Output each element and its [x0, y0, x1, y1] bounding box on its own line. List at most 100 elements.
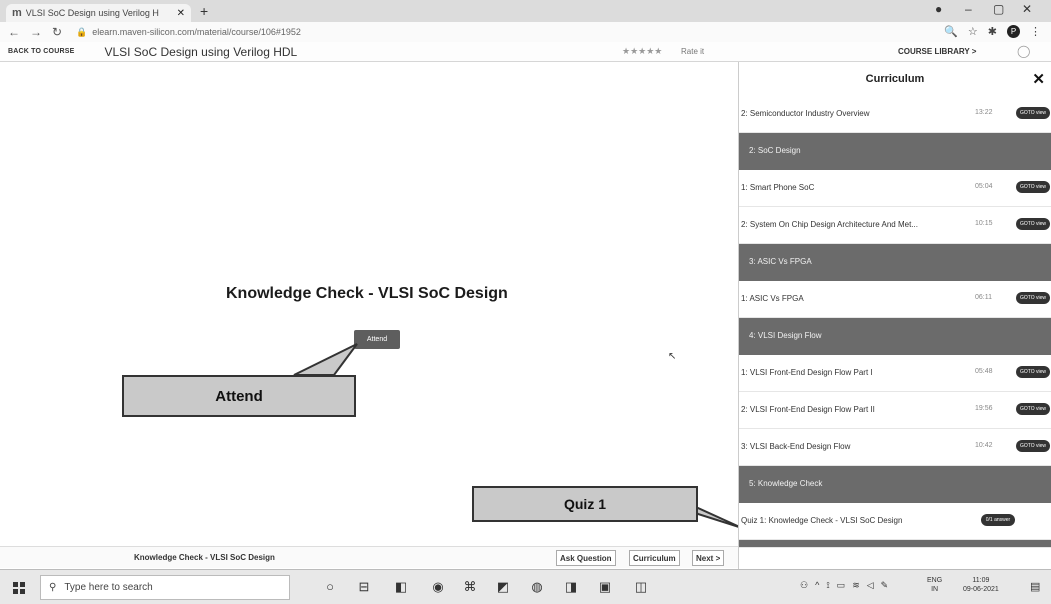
rate-it-link[interactable]: Rate it: [681, 47, 704, 56]
people-icon[interactable]: ⚇: [800, 580, 808, 591]
system-tray: ⚇ ^ ⟟ ▭ ≋ ◁ ✎: [800, 580, 888, 591]
maximize-icon[interactable]: ▢: [993, 2, 1004, 16]
goto-view-badge[interactable]: GOTO view: [1016, 440, 1050, 452]
app-icon-4[interactable]: ◍: [529, 579, 545, 595]
curriculum-quiz-item[interactable]: Quiz 1: Knowledge Check - VLSI SoC Desig…: [739, 503, 1051, 540]
curriculum-item[interactable]: 2: VLSI Front-End Design Flow Part II 19…: [739, 392, 1051, 429]
tab-close-icon[interactable]: ✕: [177, 8, 185, 19]
url-field[interactable]: 🔒 elearn.maven-silicon.com/material/cour…: [76, 27, 301, 38]
wifi-icon[interactable]: ≋: [852, 580, 860, 591]
curriculum-next-section[interactable]: [739, 540, 1051, 548]
goto-view-badge[interactable]: GOTO view: [1016, 218, 1050, 230]
item-duration: 06:11: [975, 294, 992, 301]
clock-date: 09-06-2021: [963, 586, 999, 593]
section-label: 2: SoC Design: [749, 146, 801, 155]
curriculum-item[interactable]: 1: ASIC Vs FPGA 06:11 GOTO view: [739, 281, 1051, 318]
curriculum-item[interactable]: 2: System On Chip Design Architecture An…: [739, 207, 1051, 244]
quiz-answer-badge[interactable]: 0/1 answer: [981, 514, 1015, 526]
curriculum-item[interactable]: 2: Semiconductor Industry Overview 13:22…: [739, 96, 1051, 133]
item-label: 1: Smart Phone SoC: [741, 183, 815, 192]
item-duration: 13:22: [975, 109, 993, 116]
profile-circle-icon[interactable]: ●: [935, 2, 942, 16]
rating-stars[interactable]: ★★★★★: [622, 46, 662, 57]
curriculum-section[interactable]: 5: Knowledge Check: [739, 466, 1051, 503]
extensions-icon[interactable]: ✱: [988, 25, 997, 38]
item-duration: 05:48: [975, 368, 993, 375]
section-label: 5: Knowledge Check: [749, 479, 823, 488]
forward-arrow-icon[interactable]: →: [30, 25, 42, 39]
quiz-callout: Quiz 1: [472, 486, 698, 522]
ask-question-button[interactable]: Ask Question: [556, 550, 616, 566]
callout-pointers: [293, 343, 738, 528]
user-icon[interactable]: ◯: [1017, 44, 1030, 58]
course-header: BACK TO COURSE VLSI SoC Design using Ver…: [0, 42, 1051, 62]
task-view-icon[interactable]: ⊟: [356, 579, 372, 595]
curriculum-item[interactable]: 1: VLSI Front-End Design Flow Part I 05:…: [739, 355, 1051, 392]
battery-icon[interactable]: ▭: [837, 580, 846, 591]
app-icon-7[interactable]: ◫: [633, 579, 649, 595]
section-label: 3: ASIC Vs FPGA: [749, 257, 812, 266]
taskbar-search[interactable]: ⚲ Type here to search: [40, 575, 290, 600]
app-icon-1[interactable]: ◧: [393, 579, 409, 595]
item-label: 1: ASIC Vs FPGA: [741, 294, 804, 303]
app-icon-3[interactable]: ◩: [495, 579, 511, 595]
goto-view-badge[interactable]: GOTO view: [1016, 403, 1050, 415]
item-label: 2: VLSI Front-End Design Flow Part II: [741, 405, 875, 414]
search-icon: ⚲: [49, 582, 57, 593]
windows-start-icon[interactable]: [13, 582, 25, 594]
curriculum-item[interactable]: 1: Smart Phone SoC 05:04 GOTO view: [739, 170, 1051, 207]
curriculum-section[interactable]: 3: ASIC Vs FPGA: [739, 244, 1051, 281]
window-close-icon[interactable]: ✕: [1022, 2, 1032, 16]
chevron-up-icon[interactable]: ^: [815, 580, 819, 591]
volume-icon[interactable]: ◁: [867, 580, 874, 591]
back-arrow-icon[interactable]: ←: [8, 25, 20, 39]
item-duration: 10:42: [975, 442, 993, 449]
search-placeholder: Type here to search: [64, 582, 153, 593]
app-icon-5[interactable]: ◨: [563, 579, 579, 595]
curriculum-item[interactable]: 3: VLSI Back-End Design Flow 10:42 GOTO …: [739, 429, 1051, 466]
curriculum-section[interactable]: 4: VLSI Design Flow: [739, 318, 1051, 355]
network-icon[interactable]: ⟟: [826, 580, 829, 591]
bookmark-star-icon[interactable]: ☆: [968, 25, 978, 38]
content-area: Knowledge Check - VLSI SoC Design Attend…: [0, 62, 738, 569]
address-bar: ← → ↻ 🔒 elearn.maven-silicon.com/materia…: [0, 22, 1051, 42]
goto-view-badge[interactable]: GOTO view: [1016, 107, 1050, 119]
item-label: 2: Semiconductor Industry Overview: [741, 109, 870, 118]
curriculum-button[interactable]: Curriculum: [629, 550, 680, 566]
minimize-icon[interactable]: –: [965, 2, 972, 16]
curriculum-title: Curriculum: [865, 73, 925, 85]
browser-menu-icon[interactable]: ⋮: [1030, 25, 1041, 38]
curriculum-section[interactable]: 2: SoC Design: [739, 133, 1051, 170]
goto-view-badge[interactable]: GOTO view: [1016, 181, 1050, 193]
next-button[interactable]: Next >: [692, 550, 725, 566]
pen-icon[interactable]: ✎: [881, 580, 889, 591]
reload-icon[interactable]: ↻: [52, 25, 62, 39]
browser-tab-strip: m VLSI SoC Design using Verilog H ✕ + ● …: [0, 0, 1051, 22]
back-to-course-link[interactable]: BACK TO COURSE: [8, 48, 74, 55]
chrome-icon[interactable]: ◉: [430, 579, 446, 595]
site-favicon-icon: m: [12, 7, 22, 19]
zoom-icon[interactable]: 🔍: [944, 25, 958, 38]
system-clock[interactable]: 11:09 09-06-2021: [963, 576, 999, 594]
item-duration: 19:56: [975, 405, 993, 412]
item-duration: 05:04: [975, 183, 993, 190]
input-language[interactable]: ENG IN: [927, 576, 942, 594]
curriculum-header: Curriculum ✕: [739, 62, 1051, 96]
item-label: 1: VLSI Front-End Design Flow Part I: [741, 368, 873, 377]
attend-callout: Attend: [122, 375, 356, 417]
goto-view-badge[interactable]: GOTO view: [1016, 292, 1050, 304]
app-icon-6[interactable]: ▣: [597, 579, 613, 595]
quiz-label: Quiz 1: Knowledge Check - VLSI SoC Desig…: [741, 516, 903, 525]
cortana-icon[interactable]: ○: [322, 579, 338, 595]
close-panel-icon[interactable]: ✕: [1032, 70, 1045, 88]
app-icon-2[interactable]: ⌘: [462, 579, 478, 595]
new-tab-button[interactable]: +: [200, 3, 208, 19]
footer-lesson-title: Knowledge Check - VLSI SoC Design: [134, 553, 275, 562]
goto-view-badge[interactable]: GOTO view: [1016, 366, 1050, 378]
clock-time: 11:09: [972, 577, 990, 584]
profile-avatar[interactable]: P: [1007, 25, 1020, 38]
browser-tab[interactable]: m VLSI SoC Design using Verilog H ✕: [6, 4, 191, 22]
notification-icon[interactable]: ▤: [1030, 580, 1040, 593]
item-duration: 10:15: [975, 220, 993, 227]
course-library-link[interactable]: COURSE LIBRARY >: [898, 47, 976, 56]
